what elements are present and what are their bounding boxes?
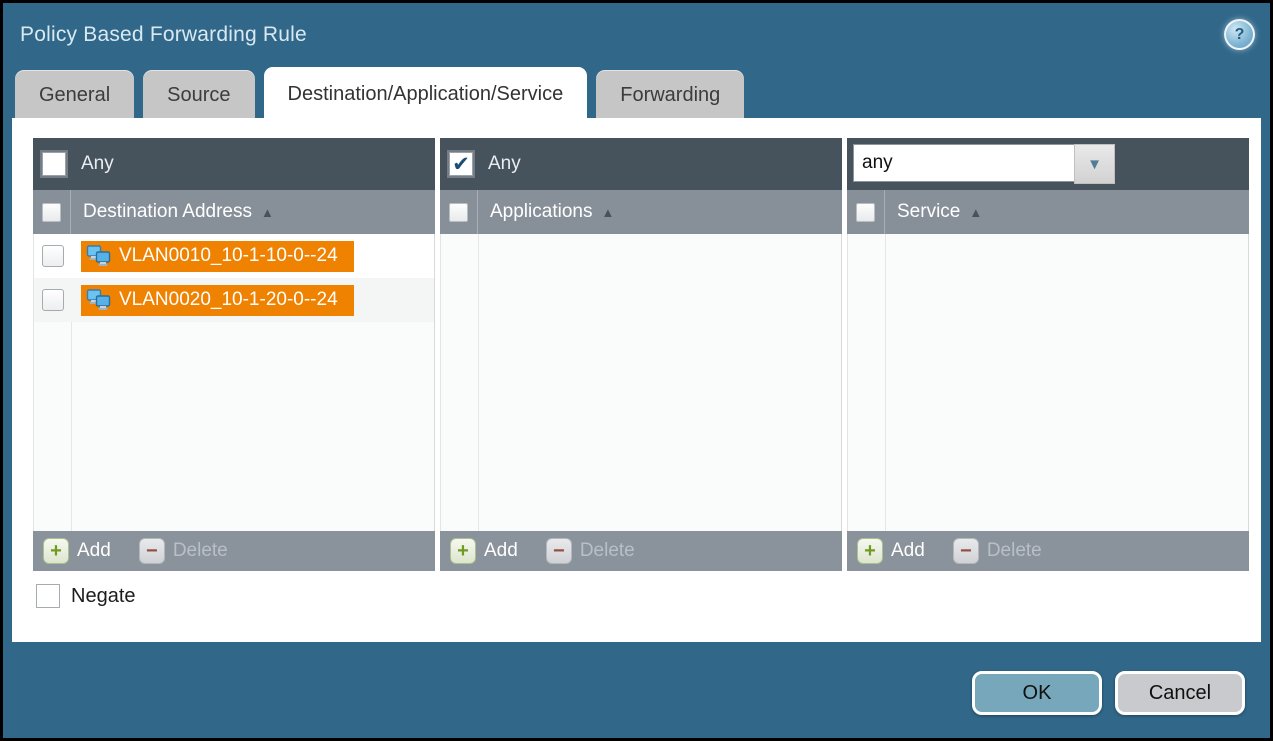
service-dropdown-value[interactable]: any — [853, 144, 1074, 182]
column-separator — [884, 190, 885, 234]
dialog-title: Policy Based Forwarding Rule — [20, 23, 307, 47]
tab-bar: General Source Destination/Application/S… — [15, 67, 744, 121]
panels-container: Any Destination Address ▲ — [33, 138, 1249, 571]
destination-any-bar: Any — [33, 138, 435, 190]
service-select-all-checkbox[interactable] — [856, 203, 875, 222]
service-column-title: Service — [897, 201, 960, 223]
screenshot-frame: Policy Based Forwarding Rule ? General S… — [0, 0, 1273, 741]
service-column-header[interactable]: Service ▲ — [847, 190, 1249, 234]
applications-toolbar: + Add − Delete — [440, 531, 842, 571]
delete-minus-icon: − — [139, 538, 165, 564]
applications-add-button[interactable]: + Add — [450, 538, 518, 564]
negate-label: Negate — [71, 585, 136, 608]
negate-checkbox[interactable] — [36, 584, 60, 608]
service-delete-button[interactable]: − Delete — [953, 538, 1042, 564]
destination-any-checkbox[interactable] — [42, 152, 66, 176]
add-button-label: Add — [891, 540, 925, 562]
address-object-vlan0010[interactable]: VLAN0010_10-1-10-0--24 — [81, 241, 354, 272]
chevron-down-icon[interactable]: ▼ — [1074, 144, 1115, 184]
delete-button-label: Delete — [173, 540, 228, 562]
row-checkbox[interactable] — [42, 245, 64, 267]
address-object-label: VLAN0020_10-1-20-0--24 — [119, 289, 338, 311]
tab-forwarding[interactable]: Forwarding — [596, 70, 744, 121]
applications-delete-button[interactable]: − Delete — [546, 538, 635, 564]
sort-asc-icon[interactable]: ▲ — [261, 205, 274, 220]
service-add-button[interactable]: + Add — [857, 538, 925, 564]
destination-column-title: Destination Address — [83, 201, 252, 223]
dialog-action-buttons: OK Cancel — [972, 671, 1245, 715]
delete-minus-icon: − — [546, 538, 572, 564]
sort-asc-icon[interactable]: ▲ — [969, 205, 982, 220]
applications-panel: ✔ Any Applications ▲ + Add — [440, 138, 842, 571]
tab-source[interactable]: Source — [143, 70, 254, 121]
service-dropdown[interactable]: any ▼ — [853, 144, 1115, 184]
delete-minus-icon: − — [953, 538, 979, 564]
tab-destination-application-service[interactable]: Destination/Application/Service — [264, 67, 588, 121]
destination-delete-button[interactable]: − Delete — [139, 538, 228, 564]
service-dropdown-bar: any ▼ — [847, 138, 1249, 190]
service-list — [847, 234, 1249, 531]
tab-general[interactable]: General — [15, 70, 134, 121]
applications-any-bar: ✔ Any — [440, 138, 842, 190]
applications-any-label: Any — [488, 153, 521, 175]
add-button-label: Add — [77, 540, 111, 562]
ok-button[interactable]: OK — [972, 671, 1102, 715]
delete-button-label: Delete — [987, 540, 1042, 562]
destination-toolbar: + Add − Delete — [33, 531, 435, 571]
applications-list — [440, 234, 842, 531]
applications-any-checkbox[interactable]: ✔ — [449, 152, 473, 176]
cancel-button[interactable]: Cancel — [1115, 671, 1245, 715]
service-toolbar: + Add − Delete — [847, 531, 1249, 571]
add-button-label: Add — [484, 540, 518, 562]
help-icon[interactable]: ? — [1224, 19, 1255, 50]
destination-select-all-checkbox[interactable] — [42, 203, 61, 222]
network-address-icon — [86, 288, 112, 312]
add-plus-icon: + — [450, 538, 476, 564]
network-address-icon — [86, 244, 112, 268]
applications-select-all-checkbox[interactable] — [449, 203, 468, 222]
policy-based-forwarding-dialog: Policy Based Forwarding Rule ? General S… — [3, 3, 1270, 738]
add-plus-icon: + — [43, 538, 69, 564]
applications-column-header[interactable]: Applications ▲ — [440, 190, 842, 234]
column-separator — [477, 190, 478, 234]
address-object-label: VLAN0010_10-1-10-0--24 — [119, 245, 338, 267]
table-row[interactable]: VLAN0010_10-1-10-0--24 — [34, 234, 434, 278]
applications-column-title: Applications — [490, 201, 592, 223]
address-object-vlan0020[interactable]: VLAN0020_10-1-20-0--24 — [81, 285, 354, 316]
destination-any-label: Any — [81, 153, 114, 175]
negate-option: Negate — [36, 584, 136, 608]
tab-content: Any Destination Address ▲ — [12, 118, 1261, 642]
sort-asc-icon[interactable]: ▲ — [601, 205, 614, 220]
table-row[interactable]: VLAN0020_10-1-20-0--24 — [34, 278, 434, 322]
service-panel: any ▼ Service ▲ + Add — [847, 138, 1249, 571]
destination-address-panel: Any Destination Address ▲ — [33, 138, 435, 571]
destination-column-header[interactable]: Destination Address ▲ — [33, 190, 435, 234]
add-plus-icon: + — [857, 538, 883, 564]
delete-button-label: Delete — [580, 540, 635, 562]
column-separator — [70, 190, 71, 234]
row-checkbox[interactable] — [42, 289, 64, 311]
destination-address-list: VLAN0010_10-1-10-0--24 — [33, 234, 435, 531]
destination-add-button[interactable]: + Add — [43, 538, 111, 564]
